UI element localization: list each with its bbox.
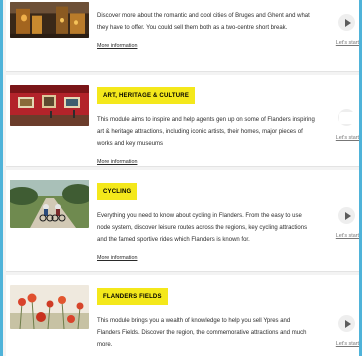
cycling-play-button[interactable] [338,207,355,224]
cycling-more-link[interactable]: More information [97,254,137,262]
cities-image [10,2,89,38]
module-cities: Discover more about the romantic and coo… [6,0,359,72]
cities-thumbnail [10,2,89,38]
fields-play-button[interactable] [338,315,355,332]
cycling-badge: CYCLING [97,183,138,200]
module-cycling: CYCLING Everything you need to know abou… [6,170,359,272]
fields-image [10,285,89,329]
play-icon [344,211,351,220]
fields-badge: FLANDERS FIELDS [97,288,168,305]
fields-thumbnail [10,285,89,329]
play-icon [344,319,351,328]
cycling-start-link[interactable]: Let's start [336,233,359,239]
art-start-link[interactable]: Let's start [336,135,359,141]
art-thumbnail [10,85,89,126]
art-badge: ART, HERITAGE & CULTURE [97,87,196,104]
art-more-link[interactable]: More information [97,158,137,166]
cities-description: Discover more about the romantic and coo… [97,13,310,31]
cities-play-button[interactable] [338,14,355,31]
overlay-arrow [339,112,357,124]
overlay-circle [316,107,338,129]
play-icon [344,18,351,27]
module-list-frame: Discover more about the romantic and coo… [0,0,362,356]
art-image [10,85,89,126]
module-fields: FLANDERS FIELDS This module brings you a… [6,275,359,356]
fields-description: This module brings you a wealth of knowl… [97,318,307,348]
cycling-description: Everything you need to know about cyclin… [97,213,308,243]
fields-start-link[interactable]: Let's start [336,341,359,347]
module-art: ART, HERITAGE & CULTURE This module aims… [6,75,359,167]
cycling-thumbnail [10,180,89,228]
cities-more-link[interactable]: More information [97,42,137,50]
art-description: This module aims to inspire and help age… [97,117,315,147]
cycling-image [10,180,89,228]
cities-start-link[interactable]: Let's start [336,40,359,46]
